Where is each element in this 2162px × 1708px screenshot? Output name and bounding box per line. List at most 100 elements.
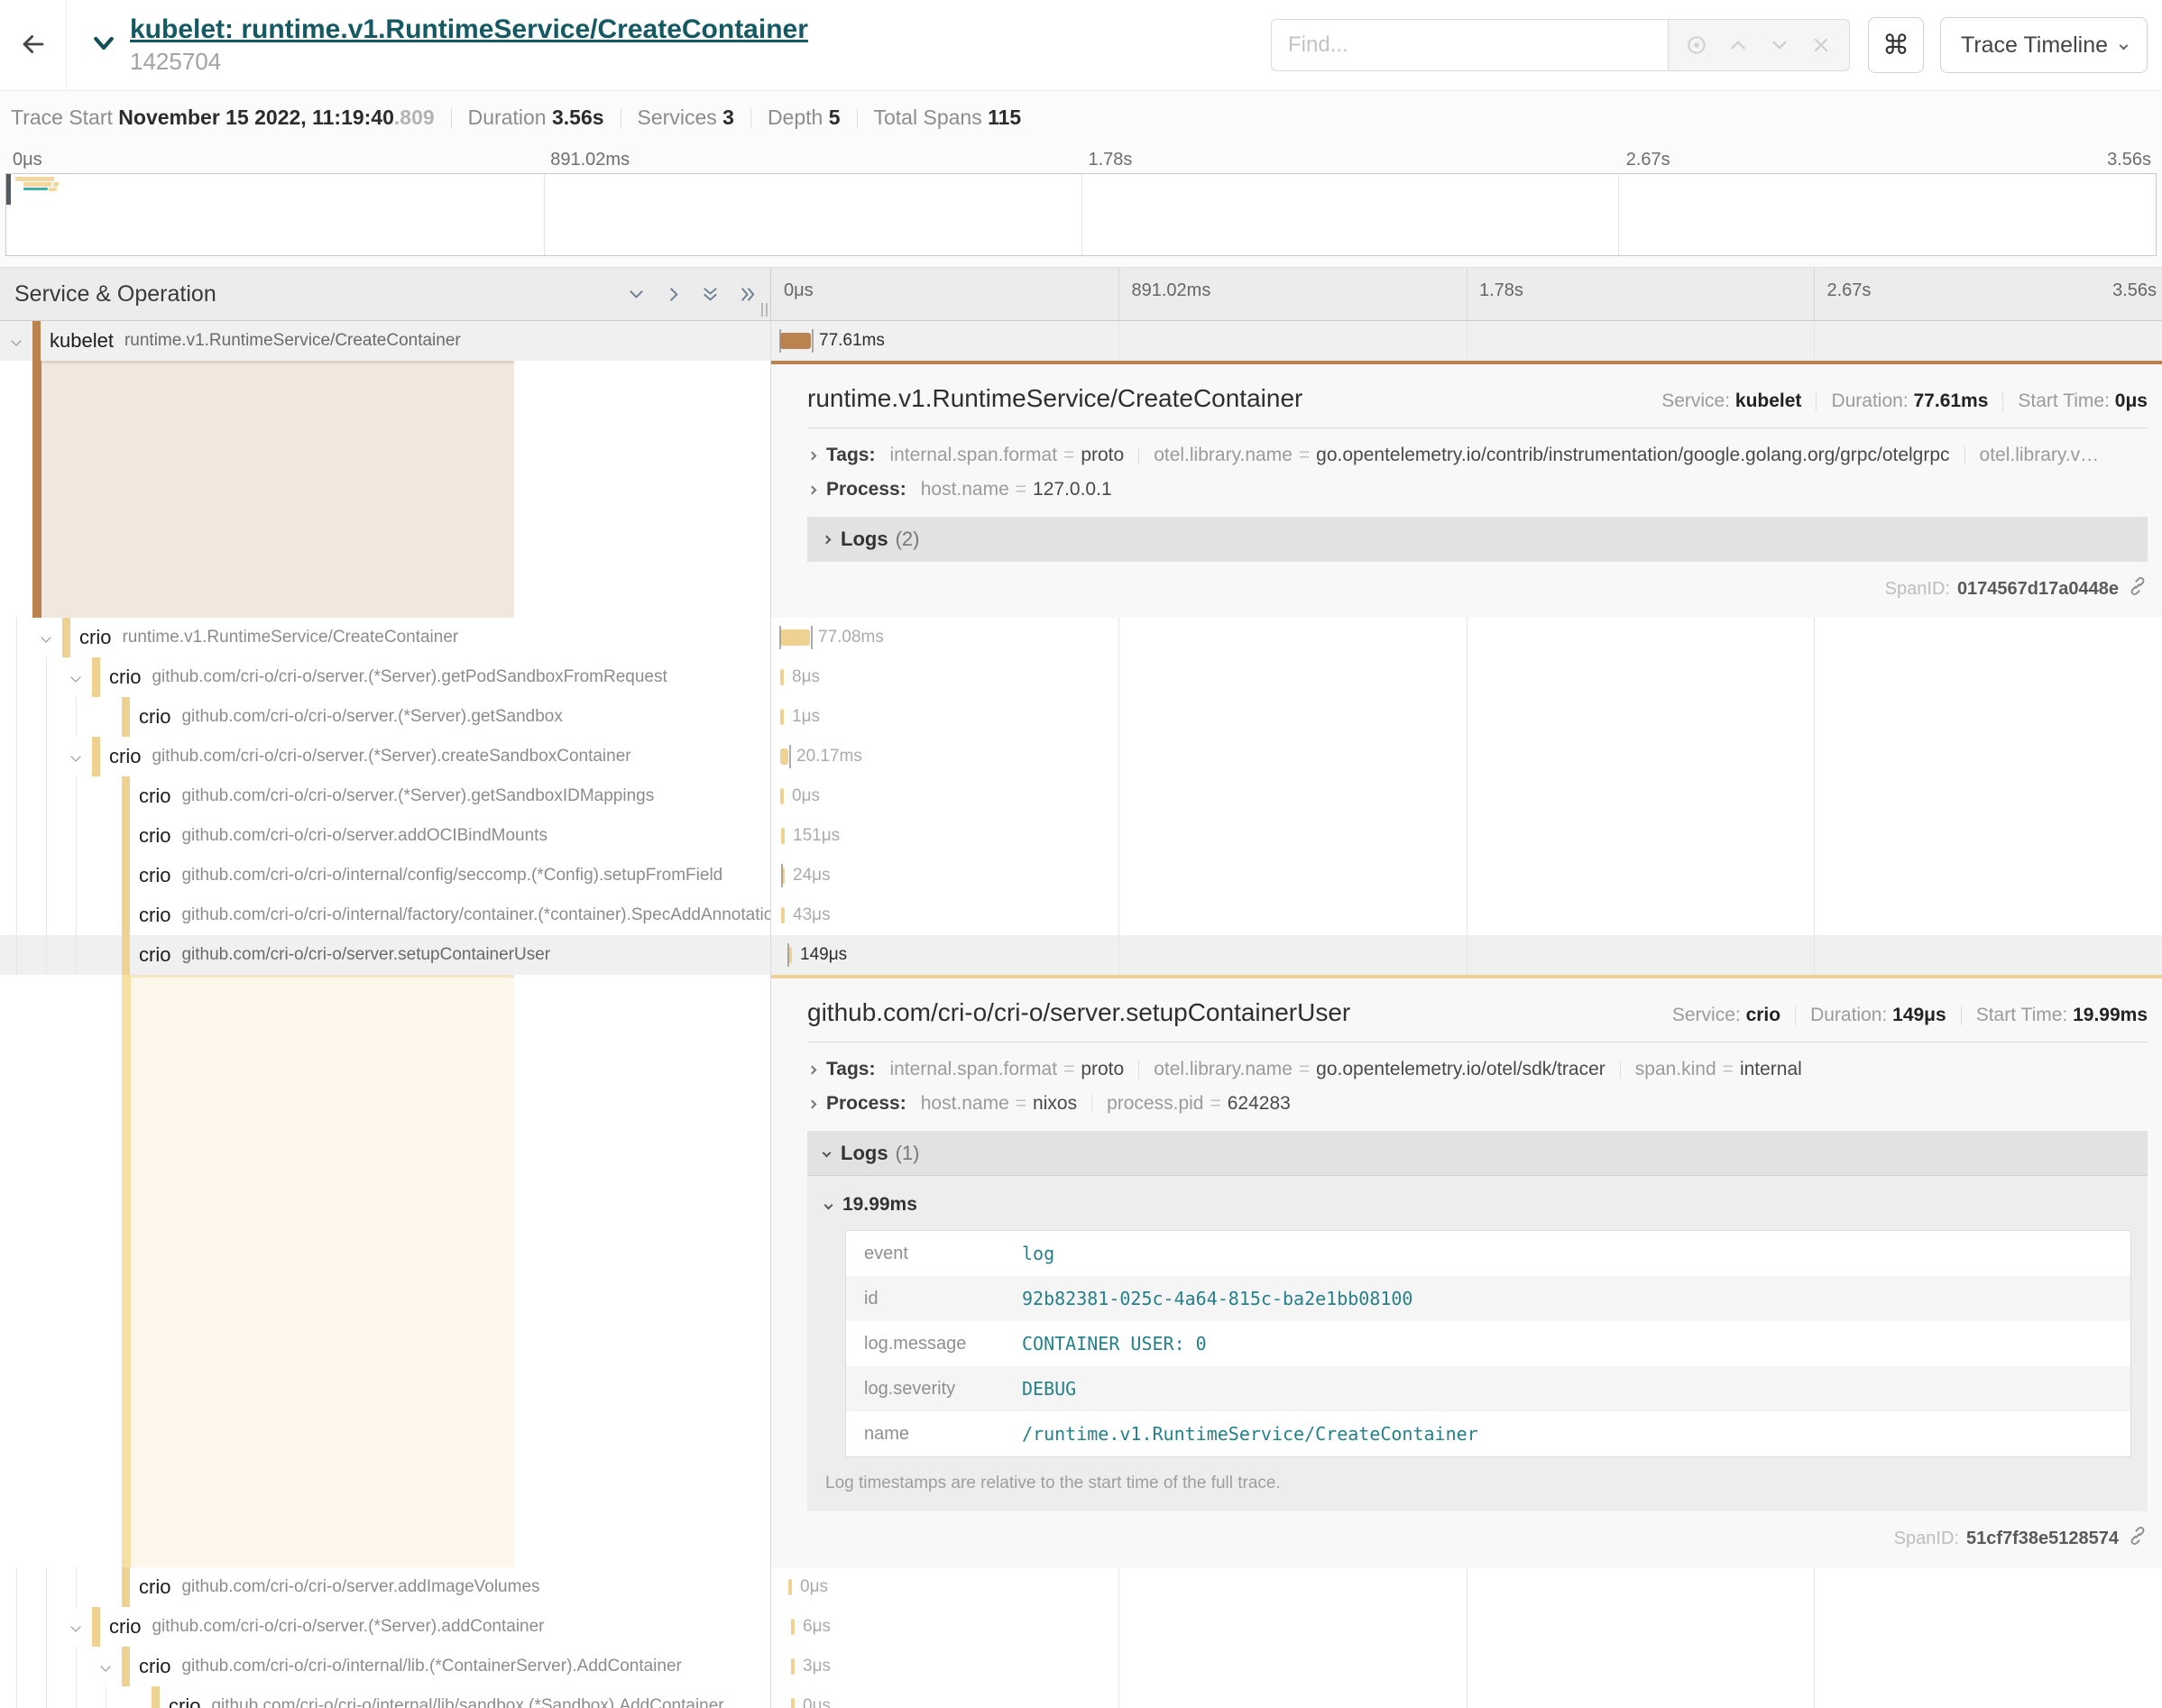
left-arrow-icon — [18, 29, 49, 62]
logs-accordion-collapsed[interactable]: Logs (2) — [807, 517, 2148, 562]
kv-key: otel.library.v… — [1980, 445, 2100, 466]
log-entry-time: 19.99ms — [842, 1194, 917, 1216]
span-timeline-cell[interactable]: 24μs — [771, 856, 2162, 895]
span-timeline-cell[interactable]: 6μs — [771, 1607, 2162, 1647]
span-name-cell[interactable]: criogithub.com/cri-o/cri-o/internal/lib/… — [0, 1686, 771, 1708]
span-row[interactable]: criogithub.com/cri-o/cri-o/internal/fact… — [0, 895, 2162, 935]
deep-link-icon[interactable] — [2119, 1526, 2148, 1551]
span-name-cell[interactable]: criogithub.com/cri-o/cri-o/server.addOCI… — [0, 816, 771, 856]
minimap-canvas[interactable] — [5, 173, 2157, 256]
span-name-cell[interactable]: criogithub.com/cri-o/cri-o/server.(*Serv… — [0, 1607, 771, 1647]
span-timeline-cell[interactable]: 43μs — [771, 895, 2162, 935]
service-name: crio — [139, 705, 170, 729]
span-duration-bar — [791, 1698, 795, 1708]
span-name-cell[interactable]: criogithub.com/cri-o/cri-o/internal/conf… — [0, 856, 771, 895]
kv-value: internal — [1740, 1059, 1802, 1080]
collapse-all-icon[interactable] — [700, 284, 721, 305]
back-button[interactable] — [0, 0, 67, 90]
span-timeline-cell[interactable]: 3μs — [771, 1647, 2162, 1686]
find-clear-icon[interactable] — [1800, 34, 1842, 56]
log-field-key: id — [846, 1289, 1022, 1309]
span-name-cell[interactable]: criogithub.com/cri-o/cri-o/server.setupC… — [0, 935, 771, 975]
span-timeline-cell[interactable]: 1μs — [771, 697, 2162, 737]
ruler-tick: 0μs — [13, 150, 42, 170]
span-row[interactable]: crioruntime.v1.RuntimeService/CreateCont… — [0, 618, 2162, 657]
kv-equals: = — [1063, 445, 1074, 466]
chevron-right-icon — [808, 485, 817, 494]
span-timeline-cell[interactable]: 0μs — [771, 1686, 2162, 1708]
find-input[interactable] — [1271, 19, 1668, 71]
timeline-ruler: 0μs891.02ms1.78s2.67s3.56s — [771, 268, 2162, 320]
span-row[interactable]: criogithub.com/cri-o/cri-o/server.(*Serv… — [0, 1607, 2162, 1647]
span-timeline-cell[interactable]: 0μs — [771, 1567, 2162, 1607]
trace-view-selector[interactable]: Trace Timeline — [1940, 17, 2148, 73]
keyboard-shortcuts-button[interactable]: ⌘ — [1868, 17, 1924, 73]
expand-one-icon[interactable] — [663, 284, 684, 305]
span-timeline-cell[interactable]: 8μs — [771, 657, 2162, 697]
span-row[interactable]: criogithub.com/cri-o/cri-o/server.addOCI… — [0, 816, 2162, 856]
find-next-icon[interactable] — [1759, 33, 1800, 57]
span-name-cell[interactable]: criogithub.com/cri-o/cri-o/server.(*Serv… — [0, 657, 771, 697]
span-timeline-cell[interactable]: 149μs — [771, 935, 2162, 975]
chevron-right-icon — [808, 451, 817, 460]
span-row[interactable]: criogithub.com/cri-o/cri-o/internal/conf… — [0, 856, 2162, 895]
operation-name: github.com/cri-o/cri-o/internal/config/s… — [181, 866, 722, 886]
span-name-cell[interactable]: criogithub.com/cri-o/cri-o/internal/fact… — [0, 895, 771, 935]
expand-all-icon[interactable] — [737, 284, 758, 305]
span-row[interactable]: criogithub.com/cri-o/cri-o/server.(*Serv… — [0, 697, 2162, 737]
log-field-value: /runtime.v1.RuntimeService/CreateContain… — [1022, 1423, 1478, 1445]
log-field-value: CONTAINER USER: 0 — [1022, 1333, 1207, 1354]
minimap-span-bar — [15, 177, 54, 181]
collapse-one-icon[interactable] — [626, 284, 647, 305]
ruler-tick: 2.67s — [1626, 150, 1670, 170]
span-name-cell[interactable]: criogithub.com/cri-o/cri-o/server.addIma… — [0, 1567, 771, 1607]
span-duration-bar — [788, 1579, 792, 1595]
span-row[interactable]: criogithub.com/cri-o/cri-o/internal/lib.… — [0, 1647, 2162, 1686]
span-name-cell[interactable]: criogithub.com/cri-o/cri-o/server.(*Serv… — [0, 737, 771, 776]
log-field-key: event — [846, 1244, 1022, 1264]
minimap-scrubber[interactable] — [6, 174, 11, 205]
column-resizer[interactable] — [761, 303, 768, 317]
span-duration-bar — [780, 333, 811, 349]
trace-title-link[interactable]: kubelet: runtime.v1.RuntimeService/Creat… — [130, 14, 808, 44]
focus-target-icon[interactable] — [1676, 33, 1717, 57]
logs-accordion-expanded[interactable]: Logs (1) — [807, 1131, 2148, 1176]
span-timeline-cell[interactable]: 77.61ms — [771, 321, 2162, 361]
kv-key: internal.span.format — [889, 445, 1057, 466]
span-timeline-cell[interactable]: 0μs — [771, 776, 2162, 816]
span-row[interactable]: criogithub.com/cri-o/cri-o/internal/lib/… — [0, 1686, 2162, 1708]
span-timeline-cell[interactable]: 77.08ms — [771, 618, 2162, 657]
kv-equals: = — [1299, 445, 1310, 466]
span-timeline-cell[interactable]: 20.17ms — [771, 737, 2162, 776]
service-name: crio — [109, 745, 141, 768]
chevron-down-icon — [2120, 41, 2129, 50]
deep-link-icon[interactable] — [2119, 576, 2148, 601]
tags-row[interactable]: Tags: internal.span.format=protootel.lib… — [807, 445, 2148, 466]
operation-name: github.com/cri-o/cri-o/server.setupConta… — [181, 945, 550, 965]
span-row[interactable]: criogithub.com/cri-o/cri-o/server.(*Serv… — [0, 737, 2162, 776]
tags-row[interactable]: Tags: internal.span.format=protootel.lib… — [807, 1059, 2148, 1080]
span-row[interactable]: kubeletruntime.v1.RuntimeService/CreateC… — [0, 321, 2162, 361]
trace-collapse-icon[interactable] — [90, 30, 117, 61]
log-field-row: log.messageCONTAINER USER: 0 — [846, 1321, 2130, 1366]
span-row[interactable]: criogithub.com/cri-o/cri-o/server.addIma… — [0, 1567, 2162, 1607]
span-timeline-cell[interactable]: 151μs — [771, 816, 2162, 856]
operation-name: github.com/cri-o/cri-o/internal/lib/sand… — [211, 1696, 723, 1708]
log-entry-toggle[interactable]: 19.99ms — [823, 1189, 2131, 1217]
span-name-cell[interactable]: criogithub.com/cri-o/cri-o/server.(*Serv… — [0, 697, 771, 737]
span-name-cell[interactable]: criogithub.com/cri-o/cri-o/server.(*Serv… — [0, 776, 771, 816]
span-row[interactable]: criogithub.com/cri-o/cri-o/server.(*Serv… — [0, 657, 2162, 697]
span-row[interactable]: criogithub.com/cri-o/cri-o/server.setupC… — [0, 935, 2162, 975]
span-name-cell[interactable]: criogithub.com/cri-o/cri-o/internal/lib.… — [0, 1647, 771, 1686]
span-name-cell[interactable]: crioruntime.v1.RuntimeService/CreateCont… — [0, 618, 771, 657]
span-duration-bar — [780, 788, 784, 804]
span-duration-label: 77.61ms — [819, 331, 885, 351]
process-row[interactable]: Process: host.name=127.0.0.1 — [807, 479, 2148, 500]
span-boundary-tick — [787, 943, 789, 967]
span-name-cell[interactable]: kubeletruntime.v1.RuntimeService/CreateC… — [0, 321, 771, 361]
find-prev-icon[interactable] — [1717, 33, 1759, 57]
process-row[interactable]: Process: host.name=nixosprocess.pid=6242… — [807, 1093, 2148, 1115]
kv-key: otel.library.name — [1154, 445, 1293, 466]
span-row[interactable]: criogithub.com/cri-o/cri-o/server.(*Serv… — [0, 776, 2162, 816]
kv-key: internal.span.format — [889, 1059, 1057, 1080]
